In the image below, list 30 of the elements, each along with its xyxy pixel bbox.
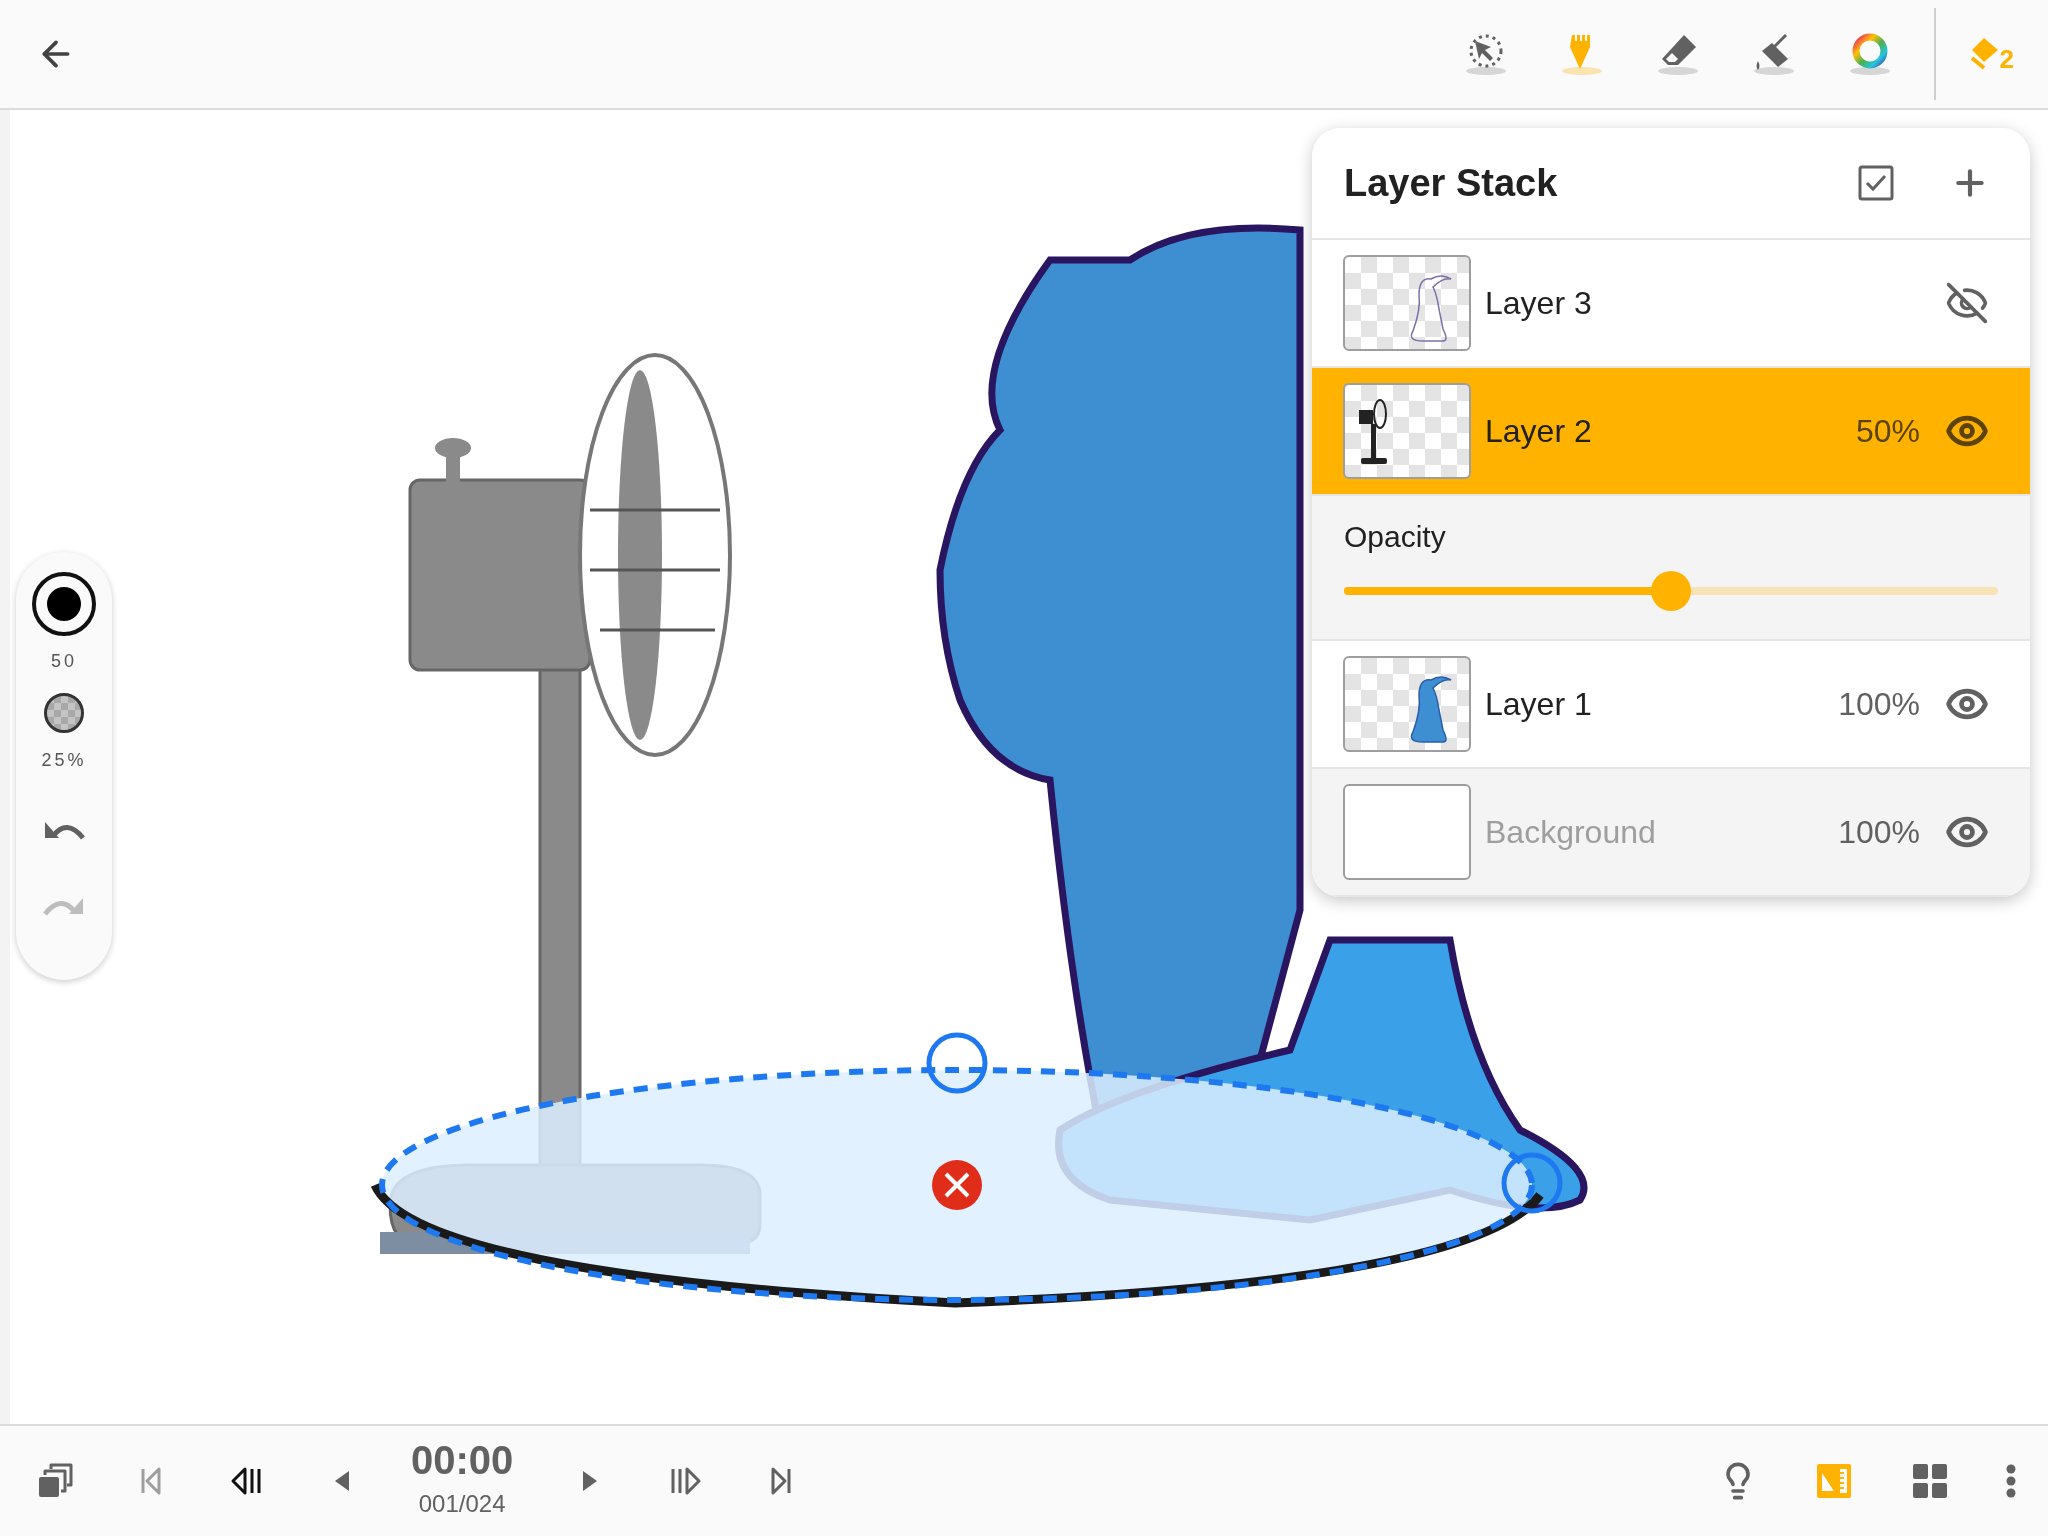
frame-counter: 001/024 bbox=[418, 1489, 506, 1519]
eye-off-icon bbox=[1945, 281, 1989, 325]
layer-opacity: 50% bbox=[1855, 412, 1920, 451]
panel-title: Layer Stack bbox=[1344, 160, 1559, 206]
timeline-tool-button[interactable] bbox=[2006, 1464, 2016, 1498]
layer-name: Layer 1 bbox=[1485, 685, 1593, 724]
timeline-tool-button[interactable] bbox=[1910, 1461, 1950, 1501]
select-layers-button[interactable] bbox=[1858, 165, 1894, 201]
visibility-toggle[interactable] bbox=[1944, 280, 1990, 326]
layer-opacity: 100% bbox=[1838, 813, 1920, 852]
layer-row[interactable]: Background 100% bbox=[1312, 769, 2030, 897]
layer-row[interactable]: Layer 2 50% bbox=[1312, 368, 2030, 496]
layer-name: Layer 3 bbox=[1485, 284, 1593, 323]
layer-opacity: 100% bbox=[1838, 685, 1920, 724]
brush-size-button[interactable] bbox=[32, 572, 96, 636]
brush-opacity-value: 25% bbox=[41, 749, 87, 772]
time-display: 00:00 bbox=[411, 1440, 514, 1480]
layer-row[interactable]: Layer 1 100% bbox=[1312, 641, 2030, 769]
layer-name: Background bbox=[1485, 813, 1657, 852]
fan-thumbnail-drawing bbox=[1357, 398, 1389, 464]
checkbox-icon bbox=[1858, 165, 1894, 201]
grid-icon bbox=[1910, 1461, 1950, 1501]
layer-name: Layer 2 bbox=[1485, 412, 1593, 451]
brush-opacity-button[interactable] bbox=[44, 693, 84, 733]
more-menu-icon bbox=[2006, 1464, 2016, 1498]
brush-size-value: 50 bbox=[51, 650, 77, 673]
layer-row[interactable]: Layer 3 bbox=[1312, 240, 2030, 368]
layers-icon bbox=[1969, 36, 2000, 72]
opacity-slider-thumb[interactable] bbox=[1651, 571, 1691, 611]
opacity-label: Opacity bbox=[1344, 519, 1447, 555]
